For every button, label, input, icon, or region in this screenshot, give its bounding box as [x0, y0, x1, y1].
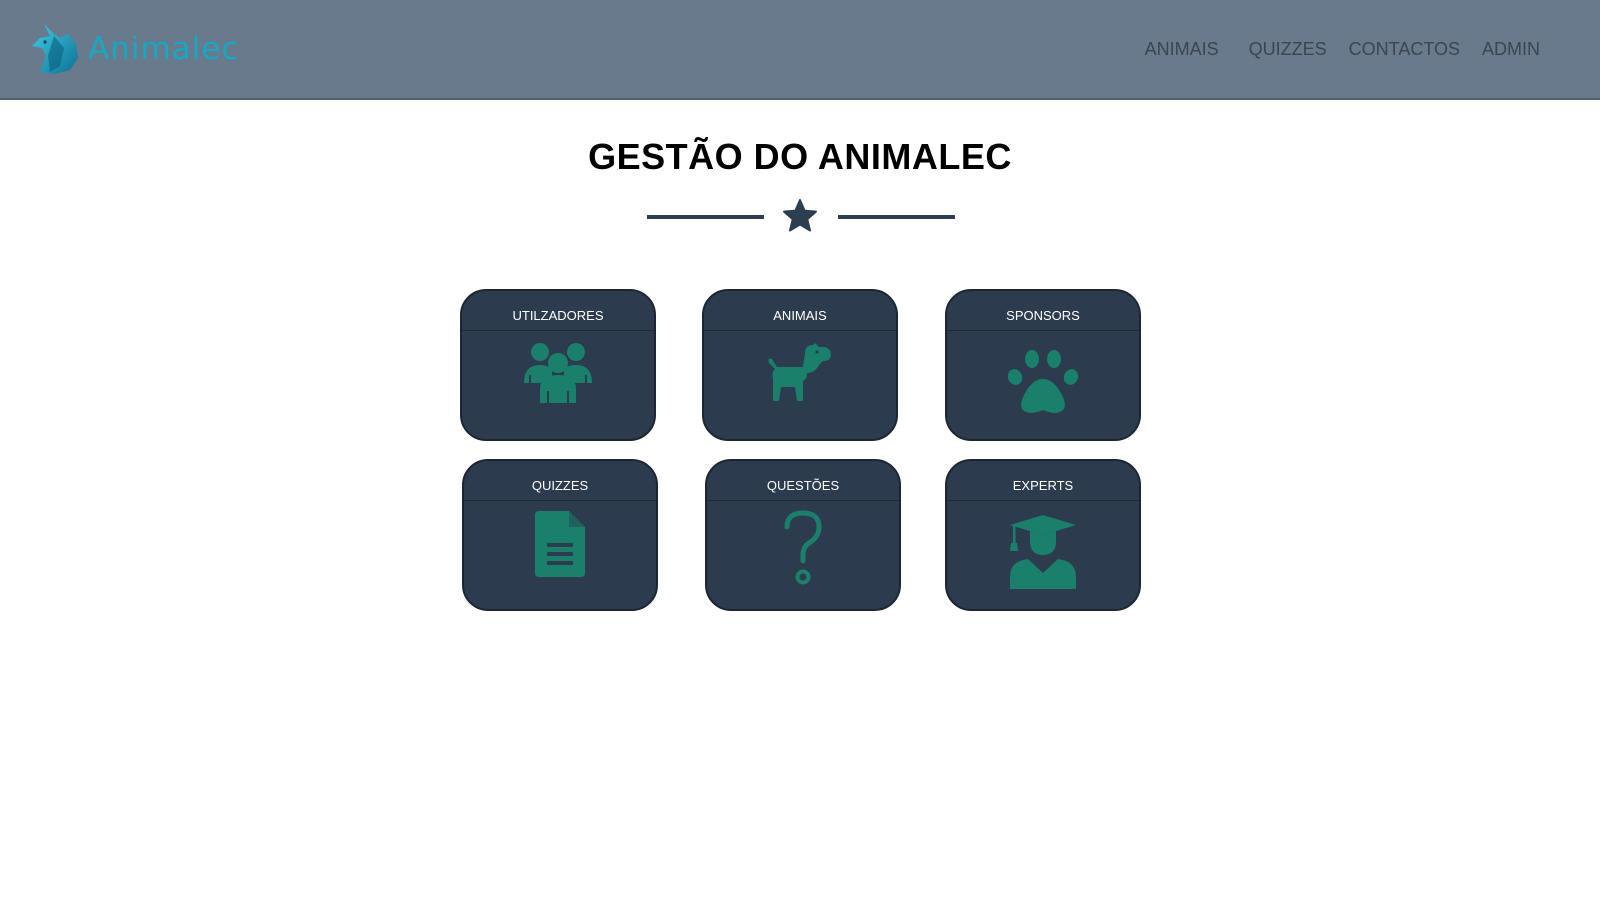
brand-link[interactable]: Animalec — [30, 22, 239, 76]
card-experts[interactable]: EXPERTS — [945, 459, 1141, 611]
dog-icon — [768, 343, 831, 401]
card-utilizadores[interactable]: UTILZADORES — [460, 289, 656, 441]
card-animais[interactable]: ANIMAIS — [702, 289, 898, 441]
title-divider — [647, 199, 955, 235]
paw-icon — [1007, 350, 1079, 413]
card-title: UTILZADORES — [462, 291, 654, 331]
divider-line-right — [838, 215, 955, 219]
card-questoes[interactable]: QUESTÕES — [705, 459, 901, 611]
card-title: QUIZZES — [464, 461, 656, 501]
fox-logo-icon — [32, 24, 78, 74]
card-title: EXPERTS — [947, 461, 1139, 501]
card-quizzes[interactable]: QUIZZES — [462, 459, 658, 611]
file-text-icon — [535, 511, 585, 577]
users-icon — [524, 343, 592, 403]
card-title: SPONSORS — [947, 291, 1139, 331]
nav-menu: ANIMAIS QUIZZES CONTACTOS ADMIN — [1123, 36, 1540, 62]
nav-link-quizzes[interactable]: QUIZZES — [1249, 36, 1327, 62]
brand-name: Animalec — [88, 31, 240, 67]
card-title: QUESTÕES — [707, 461, 899, 501]
divider-line-left — [647, 215, 764, 219]
navbar: Animalec ANIMAIS QUIZZES CONTACTOS ADMIN — [0, 0, 1600, 100]
graduate-icon — [1010, 515, 1076, 589]
star-icon — [783, 199, 817, 232]
card-title: ANIMAIS — [704, 291, 896, 331]
card-sponsors[interactable]: SPONSORS — [945, 289, 1141, 441]
nav-link-admin[interactable]: ADMIN — [1482, 36, 1540, 62]
nav-link-animais[interactable]: ANIMAIS — [1145, 36, 1219, 62]
question-mark-icon — [784, 510, 822, 585]
nav-link-contactos[interactable]: CONTACTOS — [1349, 36, 1460, 62]
page-title: GESTÃO DO ANIMALEC — [588, 136, 1012, 177]
